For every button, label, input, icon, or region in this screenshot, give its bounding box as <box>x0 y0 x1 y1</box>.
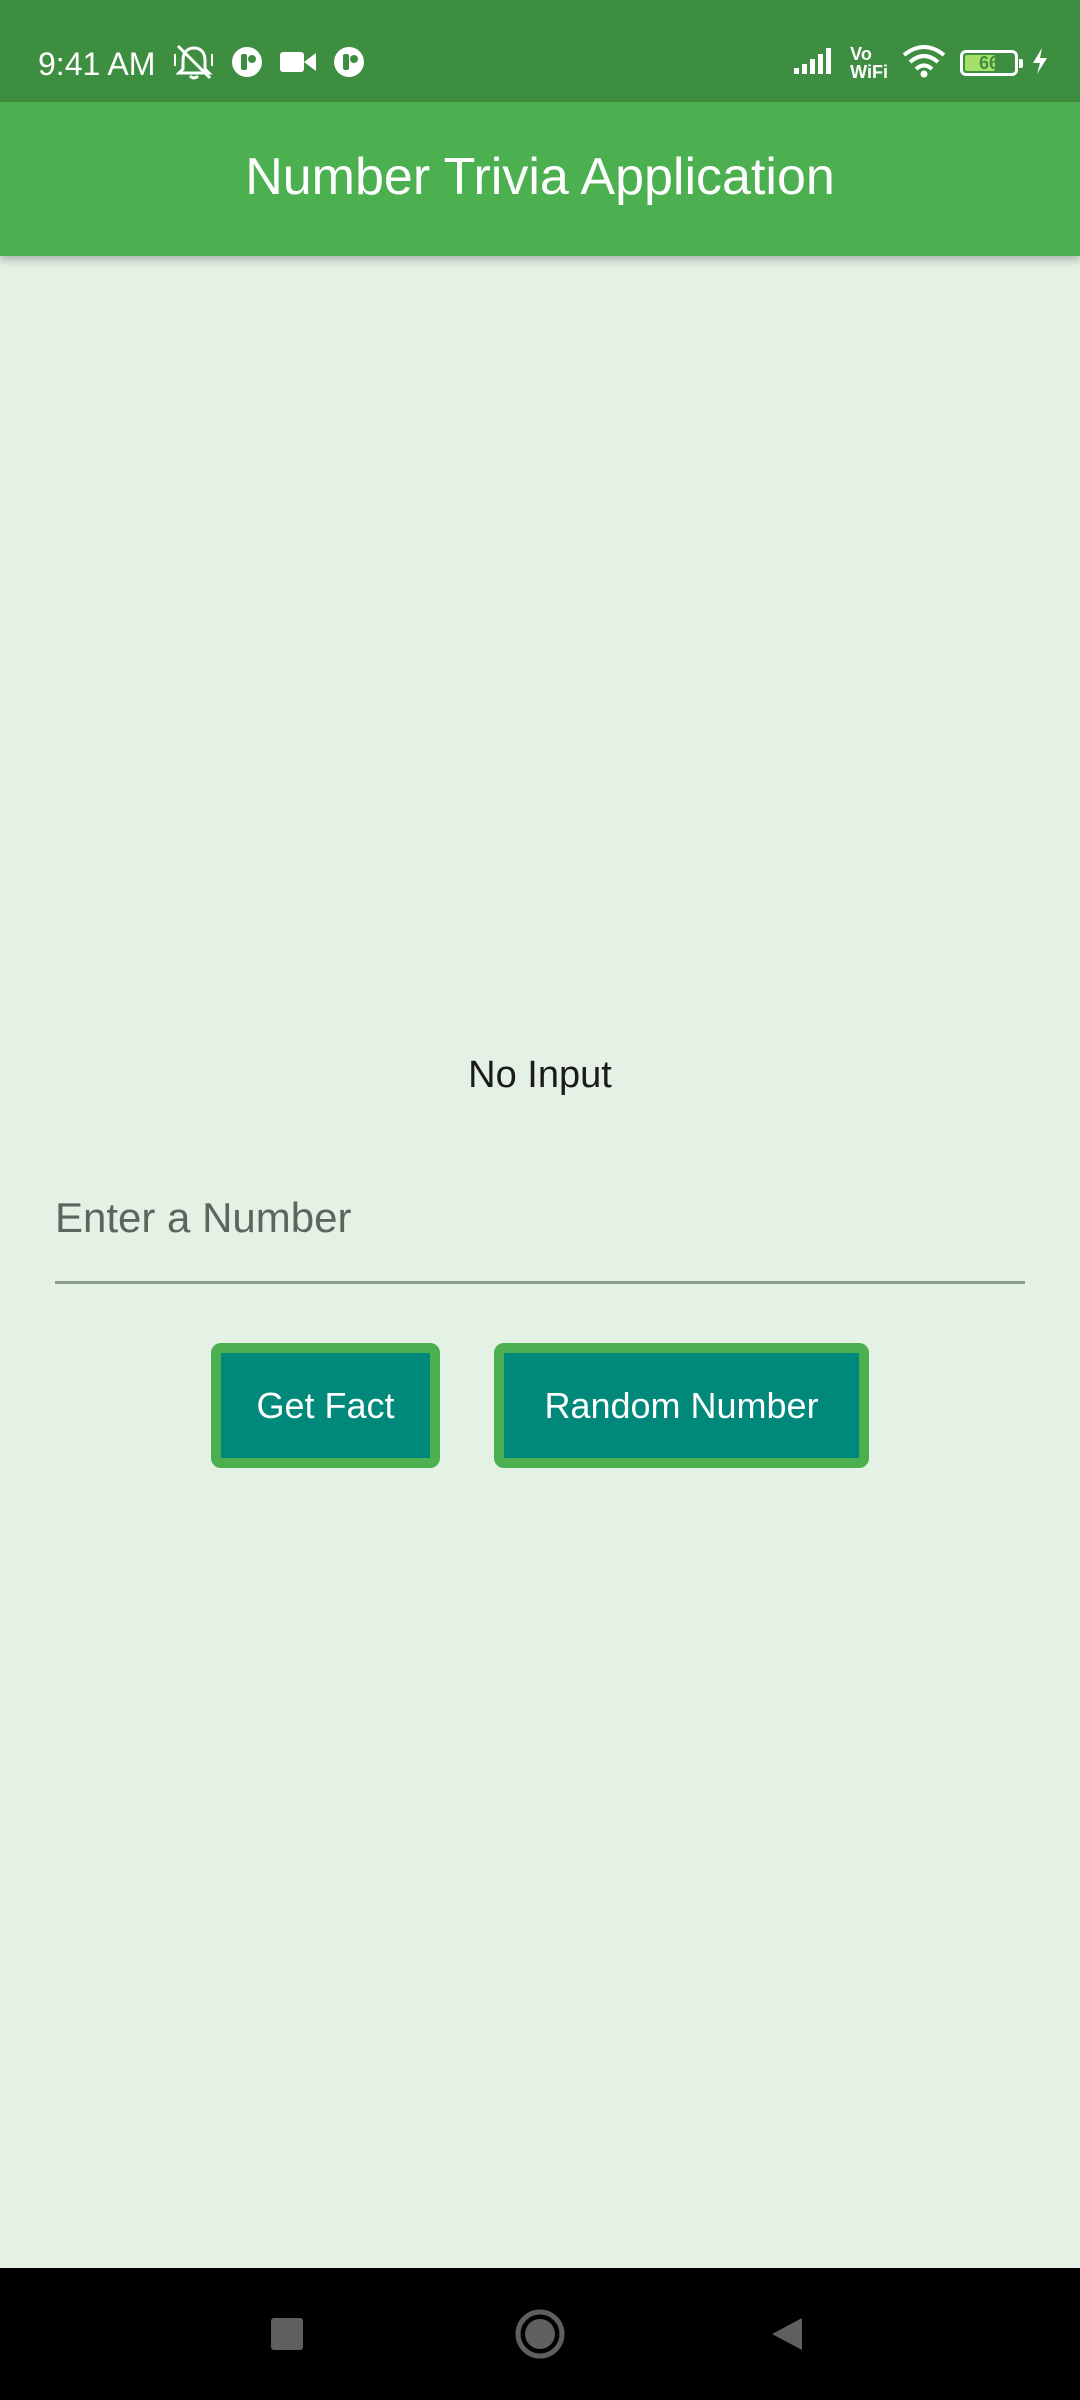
home-button[interactable] <box>508 2302 572 2366</box>
system-nav-bar <box>0 2268 1080 2400</box>
vowifi-bottom-label: WiFi <box>850 62 888 82</box>
get-fact-button[interactable]: Get Fact <box>211 1343 440 1468</box>
notification-app-icon <box>230 45 264 84</box>
home-circle-icon <box>515 2309 565 2359</box>
status-right-icons: Vo WiFi 66 <box>792 40 1050 86</box>
app-bar-title: Number Trivia Application <box>245 148 835 206</box>
battery-icon: 66 <box>960 50 1023 76</box>
get-fact-button-label: Get Fact <box>256 1384 395 1426</box>
status-bar: 9:41 AM Vo WiFi 66 <box>0 0 1080 102</box>
status-left-icons <box>172 44 366 84</box>
charging-bolt-icon <box>1030 46 1050 81</box>
random-number-button[interactable]: Random Number <box>494 1343 869 1468</box>
trivia-result-text: No Input <box>468 1054 612 1096</box>
back-triangle-icon <box>772 2318 802 2350</box>
wifi-icon <box>900 43 948 84</box>
random-number-button-label: Random Number <box>544 1384 819 1426</box>
vowifi-icon: Vo WiFi <box>850 45 888 81</box>
notification-app-icon <box>332 45 366 84</box>
cellular-signal-icon <box>792 46 838 81</box>
silent-bell-icon <box>172 42 216 87</box>
back-button[interactable] <box>756 2302 820 2366</box>
number-input-field <box>55 1178 1025 1284</box>
recents-square-icon <box>271 2318 303 2350</box>
status-time: 9:41 AM <box>38 46 156 82</box>
video-camera-icon <box>278 47 318 82</box>
vowifi-top-label: Vo <box>850 44 872 64</box>
number-input[interactable] <box>55 1178 1025 1258</box>
app-bar: Number Trivia Application <box>0 102 1080 256</box>
battery-percent: 66 <box>978 53 1000 73</box>
recents-button[interactable] <box>255 2302 319 2366</box>
